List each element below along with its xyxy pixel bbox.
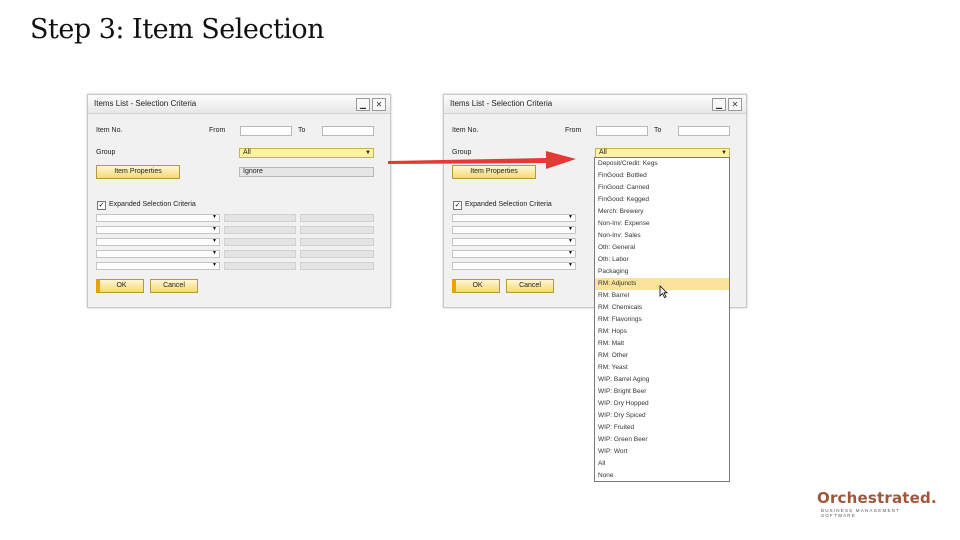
expanded-checkbox[interactable]: ✓: [453, 201, 462, 210]
minimize-button[interactable]: ▁: [356, 98, 370, 111]
to-input[interactable]: [322, 126, 374, 136]
criteria-cell: [300, 214, 374, 222]
dropdown-option[interactable]: RM: Hops: [595, 326, 729, 338]
group-dropdown-list[interactable]: Deposit/Credit: Kegs FinGood: Bottled FinG…: [594, 157, 730, 482]
criteria-cell: [300, 226, 374, 234]
close-button[interactable]: ✕: [728, 98, 742, 111]
criteria-dropdown[interactable]: ▼: [96, 250, 220, 258]
dropdown-option[interactable]: RM: Chemicals: [595, 302, 729, 314]
criteria-cell: [224, 238, 296, 246]
item-no-label: Item No.: [452, 127, 479, 134]
dropdown-option[interactable]: WIP: Barrel Aging: [595, 374, 729, 386]
chevron-down-icon: ▼: [212, 238, 217, 244]
dropdown-option[interactable]: WIP: Fruited: [595, 422, 729, 434]
dropdown-option[interactable]: Non-Inv: Expense: [595, 218, 729, 230]
expanded-checkbox[interactable]: ✓: [97, 201, 106, 210]
criteria-dropdown[interactable]: ▼: [452, 250, 576, 258]
chevron-down-icon: ▼: [721, 150, 727, 156]
criteria-dropdown[interactable]: ▼: [96, 226, 220, 234]
criteria-dropdown[interactable]: ▼: [452, 238, 576, 246]
dropdown-option[interactable]: FinGood: Kegged: [595, 194, 729, 206]
chevron-down-icon: ▼: [212, 262, 217, 268]
dropdown-option[interactable]: FinGood: Bottled: [595, 170, 729, 182]
window-titlebar[interactable]: Items List - Selection Criteria ▁ ✕: [444, 95, 746, 114]
ok-button[interactable]: OK: [452, 279, 500, 293]
from-label: From: [209, 127, 226, 134]
to-label: To: [654, 127, 662, 134]
chevron-down-icon: ▼: [212, 214, 217, 220]
logo-name: Orchestrated.: [817, 489, 937, 507]
chevron-down-icon: ▼: [568, 238, 573, 244]
dropdown-option[interactable]: None: [595, 470, 729, 482]
slide-title: Step 3: Item Selection: [30, 14, 325, 45]
criteria-dropdown[interactable]: ▼: [96, 214, 220, 222]
dropdown-option[interactable]: WIP: Green Beer: [595, 434, 729, 446]
dropdown-option[interactable]: RM: Malt: [595, 338, 729, 350]
chevron-down-icon: ▼: [568, 262, 573, 268]
mouse-cursor-icon: [659, 285, 668, 298]
dropdown-option[interactable]: Merch: Brewery: [595, 206, 729, 218]
from-input[interactable]: [596, 126, 648, 136]
window-titlebar[interactable]: Items List - Selection Criteria ▁ ✕: [88, 95, 390, 114]
from-input[interactable]: [240, 126, 292, 136]
criteria-dropdown[interactable]: ▼: [452, 262, 576, 270]
selection-criteria-window-left: Items List - Selection Criteria ▁ ✕ Item…: [87, 94, 391, 308]
criteria-dropdown[interactable]: ▼: [452, 226, 576, 234]
minimize-button[interactable]: ▁: [712, 98, 726, 111]
expanded-label: Expanded Selection Criteria: [465, 201, 552, 208]
criteria-cell: [300, 250, 374, 258]
orchestrated-logo: Orchestrated. BUSINESS MANAGEMENT SOFTWA…: [817, 489, 937, 518]
dropdown-option[interactable]: Oth: Labor: [595, 254, 729, 266]
criteria-cell: [224, 214, 296, 222]
criteria-cell: [300, 238, 374, 246]
group-value: All: [599, 149, 607, 156]
criteria-cell: [300, 262, 374, 270]
dropdown-option[interactable]: WIP: Wort: [595, 446, 729, 458]
cancel-button[interactable]: Cancel: [150, 279, 198, 293]
chevron-down-icon: ▼: [568, 250, 573, 256]
chevron-down-icon: ▼: [568, 214, 573, 220]
to-label: To: [298, 127, 306, 134]
dropdown-option[interactable]: Oth: General: [595, 242, 729, 254]
criteria-cell: [224, 250, 296, 258]
ok-button[interactable]: OK: [96, 279, 144, 293]
dropdown-option[interactable]: Deposit/Credit: Kegs: [595, 158, 729, 170]
cancel-button[interactable]: Cancel: [506, 279, 554, 293]
close-button[interactable]: ✕: [372, 98, 386, 111]
dropdown-option[interactable]: Packaging: [595, 266, 729, 278]
dropdown-option[interactable]: Non-Inv: Sales: [595, 230, 729, 242]
ignore-field: Ignore: [239, 167, 374, 177]
dropdown-option[interactable]: FinGood: Canned: [595, 182, 729, 194]
chevron-down-icon: ▼: [365, 150, 371, 156]
dropdown-option[interactable]: RM: Flavorings: [595, 314, 729, 326]
from-label: From: [565, 127, 582, 134]
logo-tagline: BUSINESS MANAGEMENT SOFTWARE: [821, 508, 900, 518]
dropdown-option[interactable]: RM: Yeast: [595, 362, 729, 374]
item-no-label: Item No.: [96, 127, 123, 134]
chevron-down-icon: ▼: [212, 250, 217, 256]
chevron-down-icon: ▼: [568, 226, 573, 232]
dropdown-option[interactable]: WIP: Dry Spiced: [595, 410, 729, 422]
criteria-dropdown[interactable]: ▼: [452, 214, 576, 222]
red-arrow-icon: [388, 151, 576, 169]
group-select[interactable]: All ▼: [239, 148, 374, 158]
group-label: Group: [96, 149, 116, 156]
item-properties-button[interactable]: Item Properties: [96, 165, 180, 179]
dropdown-option[interactable]: WIP: Bright Beer: [595, 386, 729, 398]
criteria-cell: [224, 262, 296, 270]
criteria-dropdown[interactable]: ▼: [96, 238, 220, 246]
group-value: All: [243, 149, 251, 156]
dropdown-option[interactable]: RM: Other: [595, 350, 729, 362]
window-title: Items List - Selection Criteria: [94, 99, 197, 108]
expanded-label: Expanded Selection Criteria: [109, 201, 196, 208]
dropdown-option[interactable]: WIP: Dry Hopped: [595, 398, 729, 410]
dropdown-option[interactable]: All: [595, 458, 729, 470]
chevron-down-icon: ▼: [212, 226, 217, 232]
criteria-cell: [224, 226, 296, 234]
to-input[interactable]: [678, 126, 730, 136]
criteria-dropdown[interactable]: ▼: [96, 262, 220, 270]
window-title: Items List - Selection Criteria: [450, 99, 553, 108]
